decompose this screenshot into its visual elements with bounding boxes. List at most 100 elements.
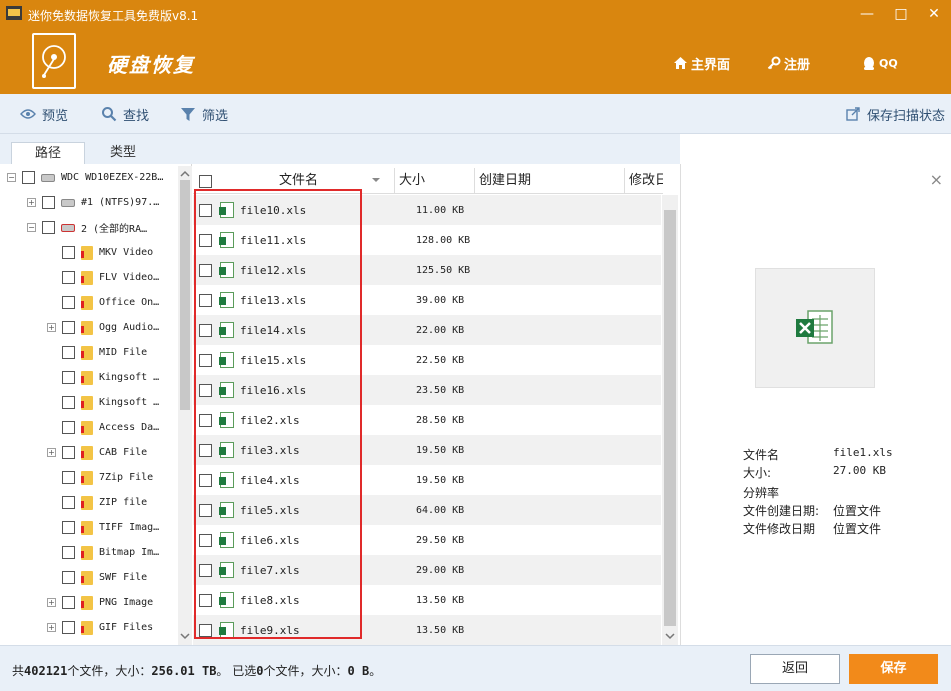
checkbox[interactable] bbox=[62, 346, 75, 359]
tree-item[interactable]: + CAB File bbox=[47, 440, 147, 465]
tree-scroll-down-icon[interactable] bbox=[180, 632, 190, 640]
file-thumbnail bbox=[755, 268, 875, 388]
tree-item[interactable]: MID File bbox=[47, 340, 147, 365]
back-button[interactable]: 返回 bbox=[750, 654, 840, 684]
folder-icon bbox=[81, 420, 93, 435]
search-icon bbox=[102, 107, 117, 122]
minimize-button[interactable]: — bbox=[852, 4, 882, 24]
column-created[interactable]: 创建日期 bbox=[475, 168, 625, 194]
register-button[interactable]: 注册 bbox=[767, 54, 810, 73]
checkbox[interactable] bbox=[62, 571, 75, 584]
collapse-icon[interactable]: − bbox=[7, 173, 16, 182]
tree-item[interactable]: + #1 (NTFS)97.… bbox=[27, 190, 159, 215]
search-button[interactable]: 查找 bbox=[101, 94, 149, 134]
checkbox[interactable] bbox=[62, 446, 75, 459]
checkbox[interactable] bbox=[42, 196, 55, 209]
total-size: 256.01 TB bbox=[151, 664, 217, 678]
tree-item[interactable]: Office On… bbox=[47, 290, 159, 315]
tree-item-label: CAB File bbox=[99, 447, 148, 458]
tree-item-label: TIFF Imag… bbox=[99, 522, 160, 533]
checkbox[interactable] bbox=[22, 171, 35, 184]
checkbox[interactable] bbox=[42, 221, 55, 234]
tree-item[interactable]: SWF File bbox=[47, 565, 147, 590]
checkbox[interactable] bbox=[62, 396, 75, 409]
tree-item[interactable]: Bitmap Im… bbox=[47, 540, 159, 565]
tree-item-label: FLV Video… bbox=[99, 272, 160, 283]
tree-item[interactable]: 7Zip File bbox=[47, 465, 153, 490]
tree-item[interactable]: + Ogg Audio… bbox=[47, 315, 159, 340]
close-button[interactable]: ✕ bbox=[919, 4, 949, 24]
save-button[interactable]: 保存 bbox=[849, 654, 938, 684]
filter-button[interactable]: 筛选 bbox=[180, 94, 228, 134]
checkbox[interactable] bbox=[62, 496, 75, 509]
folder-icon bbox=[81, 570, 93, 585]
checkbox[interactable] bbox=[62, 621, 75, 634]
checkbox[interactable] bbox=[62, 246, 75, 259]
expand-icon[interactable]: + bbox=[27, 198, 36, 207]
folder-icon bbox=[81, 495, 93, 510]
checkbox[interactable] bbox=[62, 321, 75, 334]
tab-path[interactable]: 路径 bbox=[11, 142, 85, 164]
tree-item-label: Access Da… bbox=[99, 422, 160, 433]
key-icon bbox=[767, 56, 781, 70]
checkbox[interactable] bbox=[62, 546, 75, 559]
tree-scroll-up-icon[interactable] bbox=[180, 170, 190, 178]
status-files-suffix: 个文件，大小： bbox=[67, 664, 152, 678]
excel-file-icon bbox=[796, 310, 833, 344]
checkbox[interactable] bbox=[62, 371, 75, 384]
column-size[interactable]: 大小 bbox=[395, 168, 475, 194]
maximize-button[interactable]: □ bbox=[886, 4, 916, 24]
checkbox[interactable] bbox=[62, 421, 75, 434]
meta-created-label: 文件创建日期: bbox=[743, 504, 820, 518]
tab-type[interactable]: 类型 bbox=[86, 142, 160, 164]
expand-icon[interactable]: + bbox=[47, 448, 56, 457]
view-tabs: 路径 类型 bbox=[0, 134, 680, 164]
file-size: 13.50 KB bbox=[416, 624, 465, 636]
close-preview-icon[interactable]: × bbox=[930, 170, 943, 189]
checkbox[interactable] bbox=[62, 471, 75, 484]
tree-item[interactable]: + GIF Files bbox=[47, 615, 153, 640]
file-size: 22.50 KB bbox=[416, 354, 465, 366]
file-size: 13.50 KB bbox=[416, 594, 465, 606]
scroll-down-icon[interactable] bbox=[664, 632, 676, 640]
qq-button[interactable]: QQ bbox=[862, 54, 898, 72]
tree-item[interactable]: + PNG Image bbox=[47, 590, 153, 615]
collapse-icon[interactable]: − bbox=[27, 223, 36, 232]
tree-item[interactable]: − 2 (全部的RA… bbox=[27, 215, 147, 240]
app-name: 硬盘恢复 bbox=[107, 53, 195, 77]
tree-item-label: MID File bbox=[99, 347, 148, 358]
checkbox[interactable] bbox=[62, 271, 75, 284]
tree-item[interactable]: TIFF Imag… bbox=[47, 515, 159, 540]
tree-scrollbar-thumb[interactable] bbox=[180, 180, 190, 410]
status-end: 。 bbox=[369, 664, 382, 678]
partition-lost-icon bbox=[61, 223, 75, 232]
expand-icon[interactable]: + bbox=[47, 323, 56, 332]
file-size: 11.00 KB bbox=[416, 204, 465, 216]
tree-item[interactable]: Kingsoft … bbox=[47, 390, 159, 415]
save-scan-button[interactable]: 保存扫描状态 bbox=[846, 94, 945, 134]
tree-item-label: 2 (全部的RA… bbox=[81, 224, 148, 235]
tree-item-label: MKV Video bbox=[99, 247, 154, 258]
checkbox[interactable] bbox=[62, 596, 75, 609]
tree-item[interactable]: Access Da… bbox=[47, 415, 159, 440]
status-selected-suffix: 个文件，大小： bbox=[263, 664, 348, 678]
checkbox[interactable] bbox=[62, 521, 75, 534]
tree-item[interactable]: ZIP file bbox=[47, 490, 147, 515]
folder-icon bbox=[81, 345, 93, 360]
home-button[interactable]: 主界面 bbox=[673, 54, 730, 73]
checkbox[interactable] bbox=[62, 296, 75, 309]
folder-icon bbox=[81, 295, 93, 310]
file-list-scrollbar-thumb[interactable] bbox=[664, 210, 676, 626]
filter-label: 筛选 bbox=[202, 108, 229, 124]
tree-item[interactable]: MKV Video bbox=[47, 240, 153, 265]
tree-item[interactable]: FLV Video… bbox=[47, 265, 159, 290]
expand-icon[interactable]: + bbox=[47, 598, 56, 607]
column-modified[interactable]: 修改日 bbox=[625, 168, 663, 194]
preview-button[interactable]: 预览 bbox=[20, 94, 68, 134]
folder-icon bbox=[81, 245, 93, 260]
status-bar: 共402121个文件，大小：256.01 TB。 已选0个文件，大小：0 B。 … bbox=[0, 645, 951, 691]
tree-item[interactable]: Kingsoft … bbox=[47, 365, 159, 390]
qq-penguin-icon bbox=[864, 56, 874, 70]
tree-item[interactable]: − WDC WD10EZEX-22B… bbox=[7, 165, 163, 190]
expand-icon[interactable]: + bbox=[47, 623, 56, 632]
